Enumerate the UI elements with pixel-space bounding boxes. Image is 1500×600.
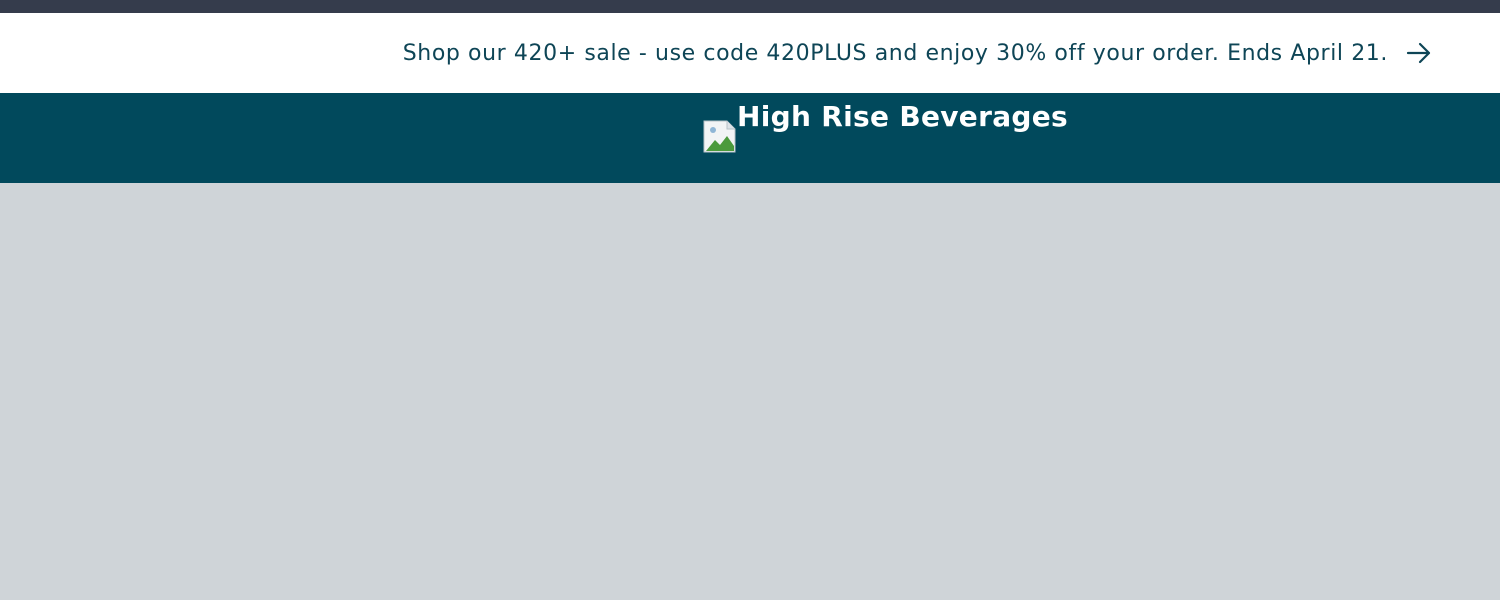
logo-alt-text: High Rise Beverages	[737, 101, 1068, 133]
logo-link[interactable]: High Rise Beverages	[703, 101, 1068, 156]
announcement-text: Shop our 420+ sale - use code 420PLUS an…	[402, 40, 1388, 66]
announcement-bar[interactable]: Shop our 420+ sale - use code 420PLUS an…	[0, 13, 1500, 93]
broken-image-icon	[703, 120, 736, 153]
site-header: High Rise Beverages	[0, 93, 1500, 183]
top-strip	[0, 0, 1500, 13]
arrow-right-icon	[1406, 42, 1432, 64]
main-content-area	[0, 183, 1500, 600]
